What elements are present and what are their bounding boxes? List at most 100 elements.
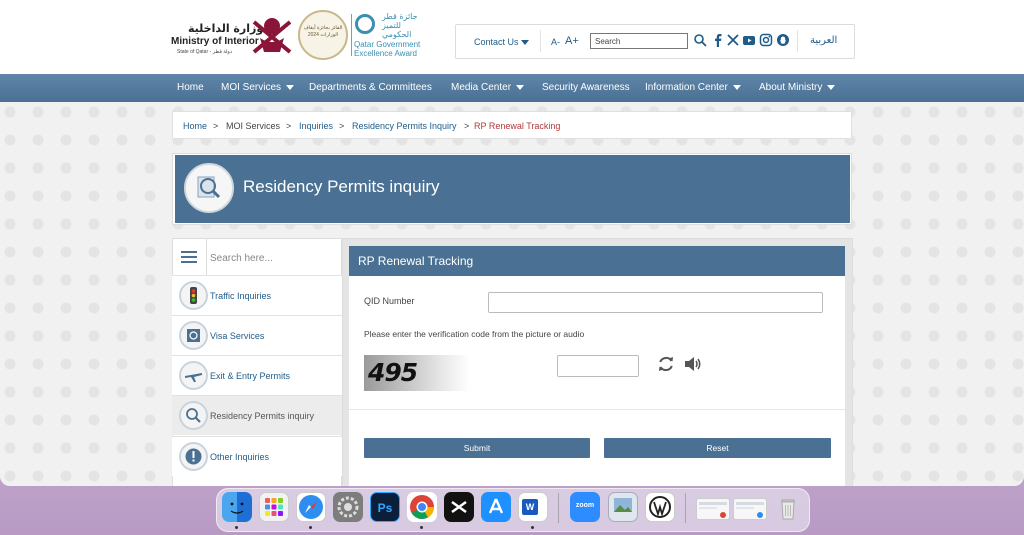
logo-english-text: Ministry of Interior	[171, 36, 259, 47]
breadcrumb-inquiries[interactable]: Inquiries	[299, 121, 333, 131]
word-icon[interactable]: W	[518, 492, 548, 522]
running-indicator	[420, 526, 423, 529]
preview-icon[interactable]	[608, 492, 638, 522]
nav-departments[interactable]: Departments & Committees	[309, 82, 432, 93]
residency-search-icon	[197, 176, 221, 199]
nav-information-center[interactable]: Information Center	[645, 82, 741, 93]
x-twitter-icon[interactable]	[726, 33, 740, 47]
sidebar-item-traffic[interactable]: Traffic Inquiries	[172, 275, 342, 315]
site-search-input[interactable]	[590, 33, 688, 49]
minimized-window-icon[interactable]	[696, 498, 730, 520]
sidebar-item-label: Exit & Entry Permits	[210, 371, 291, 381]
capcut-icon[interactable]	[444, 492, 474, 522]
visa-passport-icon	[179, 321, 208, 350]
nav-moi-services[interactable]: MOI Services	[221, 82, 295, 93]
breadcrumb-residency-inquiry[interactable]: Residency Permits Inquiry	[352, 121, 457, 131]
facebook-icon[interactable]	[711, 33, 725, 47]
app-store-icon[interactable]	[481, 492, 511, 522]
form-divider	[349, 409, 845, 410]
logo-subtitle: State of Qatar - دولة قطر	[177, 49, 233, 55]
speaker-icon[interactable]	[683, 354, 703, 374]
chevron-down-icon	[732, 84, 741, 90]
nav-media-center-label: Media Center	[451, 82, 512, 93]
sidebar-item-label: Residency Permits inquiry	[210, 411, 315, 421]
info-exclamation-icon	[179, 442, 208, 471]
nav-security-awareness[interactable]: Security Awareness	[542, 82, 630, 93]
sidebar-item-label: Visa Services	[210, 331, 265, 341]
qatar-emblem-icon	[252, 18, 292, 54]
safari-icon[interactable]	[296, 492, 326, 522]
breadcrumb-separator: >	[213, 121, 219, 131]
qgea-line-2: Excellence Award	[354, 49, 417, 58]
minimized-window-icon[interactable]	[733, 498, 767, 520]
sidebar-search-input[interactable]	[208, 249, 337, 267]
nav-about-ministry-label: About Ministry	[759, 82, 823, 93]
photoshop-icon[interactable]: Ps	[370, 492, 400, 522]
nav-home[interactable]: Home	[177, 82, 204, 93]
nav-information-center-label: Information Center	[645, 82, 728, 93]
qgea-arabic-text: جائزة قطر للتميز الحكومي	[382, 12, 418, 39]
qgea-english-text: Qatar Government Excellence Award	[354, 40, 420, 58]
finder-icon[interactable]	[222, 492, 252, 522]
page-title: Residency Permits inquiry	[243, 177, 440, 196]
residency-search-icon	[179, 401, 208, 430]
sidebar-item-residency[interactable]: Residency Permits inquiry	[172, 395, 342, 435]
zoom-label: zoom	[575, 502, 595, 509]
breadcrumb-separator: >	[339, 121, 345, 131]
search-icon[interactable]	[693, 33, 707, 47]
qgea-line-1: Qatar Government	[354, 40, 421, 49]
chrome-icon[interactable]	[407, 492, 437, 522]
dock-separator	[685, 493, 686, 523]
system-settings-icon[interactable]	[333, 492, 363, 522]
zoom-icon[interactable]: zoom	[570, 492, 600, 522]
nav-about-ministry[interactable]: About Ministry	[759, 82, 836, 93]
sidebar-item-other[interactable]: Other Inquiries	[172, 436, 342, 476]
wordpress-icon[interactable]	[645, 492, 675, 522]
captcha-code: 495	[368, 358, 418, 387]
airplane-icon	[179, 361, 208, 390]
qgea-logo-icon	[355, 14, 375, 34]
chevron-down-icon	[520, 40, 529, 46]
youtube-icon[interactable]	[742, 33, 756, 47]
verification-code-input[interactable]	[557, 355, 639, 377]
menu-toggle-button[interactable]	[172, 238, 207, 275]
sidebar-item-label: Other Inquiries	[210, 452, 270, 462]
font-increase-button[interactable]: A+	[565, 35, 579, 47]
trash-icon[interactable]	[773, 492, 803, 522]
award-badge: الفائز بجائزة أيقاف الوزارات 2024	[298, 10, 348, 60]
verification-instructions: Please enter the verification code from …	[364, 329, 585, 339]
refresh-icon[interactable]	[656, 354, 676, 374]
language-switch-link[interactable]: العربية	[810, 35, 837, 46]
banner-icon-frame	[184, 163, 234, 213]
breadcrumb-home[interactable]: Home	[183, 121, 207, 131]
nav-media-center[interactable]: Media Center	[451, 82, 525, 93]
hamburger-icon	[181, 256, 197, 258]
contact-us-label: Contact Us	[474, 37, 519, 47]
breadcrumb-current: RP Renewal Tracking	[474, 121, 561, 131]
font-decrease-button[interactable]: A-	[551, 37, 560, 47]
sidebar-item-exit-entry[interactable]: Exit & Entry Permits	[172, 355, 342, 395]
header-divider	[351, 14, 352, 56]
launchpad-icon[interactable]	[259, 492, 289, 522]
form-title: RP Renewal Tracking	[358, 254, 474, 268]
qid-number-input[interactable]	[488, 292, 823, 313]
hamburger-icon	[181, 261, 197, 263]
submit-button[interactable]: Submit	[364, 438, 590, 458]
sidebar-item-visa[interactable]: Visa Services	[172, 315, 342, 355]
running-indicator	[531, 526, 534, 529]
chevron-down-icon	[516, 84, 525, 90]
browser-window: وزارة الداخلية Ministry of Interior Stat…	[0, 0, 1024, 486]
nav-moi-services-label: MOI Services	[221, 82, 282, 93]
chevron-down-icon	[286, 84, 295, 90]
utility-divider	[797, 30, 798, 52]
utility-divider	[540, 30, 541, 52]
traffic-light-icon	[179, 281, 208, 310]
instagram-icon[interactable]	[759, 33, 773, 47]
hamburger-icon	[181, 251, 197, 253]
reset-button[interactable]: Reset	[604, 438, 831, 458]
word-label: W	[525, 502, 535, 512]
running-indicator	[309, 526, 312, 529]
snapchat-icon[interactable]	[776, 33, 790, 47]
breadcrumb-separator: >	[286, 121, 292, 131]
contact-us-dropdown[interactable]: Contact Us	[474, 37, 529, 47]
